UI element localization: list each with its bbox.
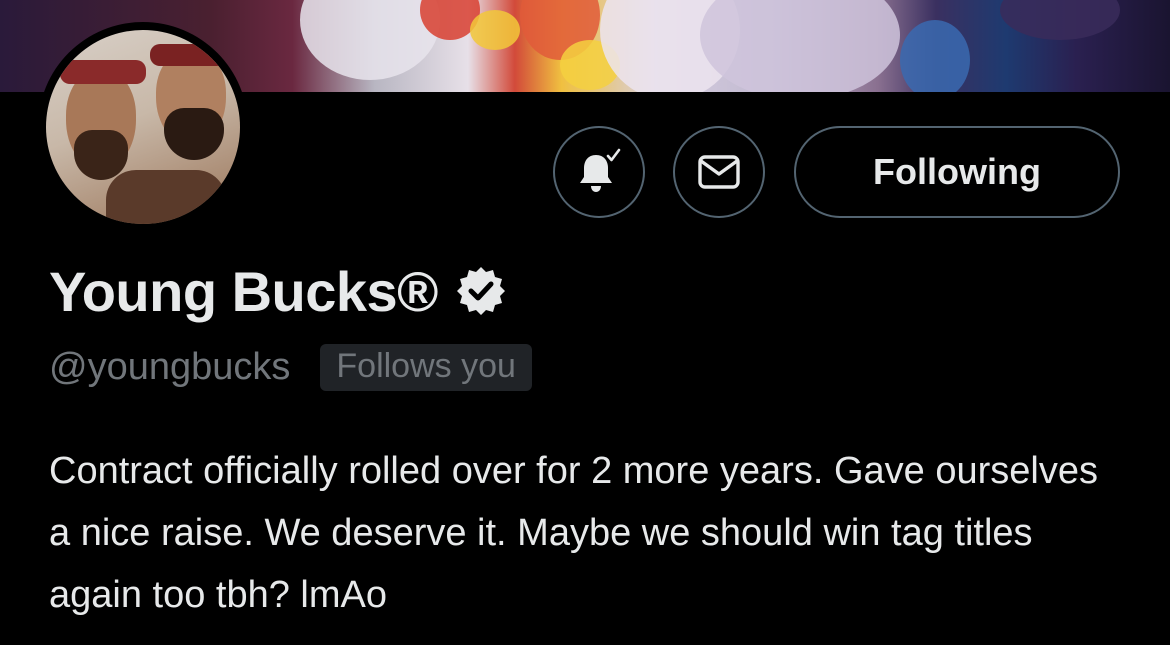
envelope-icon <box>698 155 740 189</box>
handle-row: @youngbucks Follows you <box>49 342 532 392</box>
bell-check-icon <box>580 148 621 192</box>
message-button[interactable] <box>673 126 765 218</box>
notifications-button[interactable] <box>553 126 645 218</box>
avatar-image <box>46 30 240 224</box>
avatar[interactable] <box>38 22 248 232</box>
following-button-label: Following <box>873 151 1041 192</box>
profile-name-row: Young Bucks® <box>49 256 508 326</box>
profile-bio: Contract officially rolled over for 2 mo… <box>49 450 1098 616</box>
follows-you-badge: Follows you <box>320 343 532 391</box>
following-button[interactable]: Following <box>794 126 1120 218</box>
verified-badge-icon[interactable] <box>454 264 508 318</box>
display-name: Young Bucks® <box>49 259 438 323</box>
username-handle: @youngbucks <box>49 345 291 388</box>
